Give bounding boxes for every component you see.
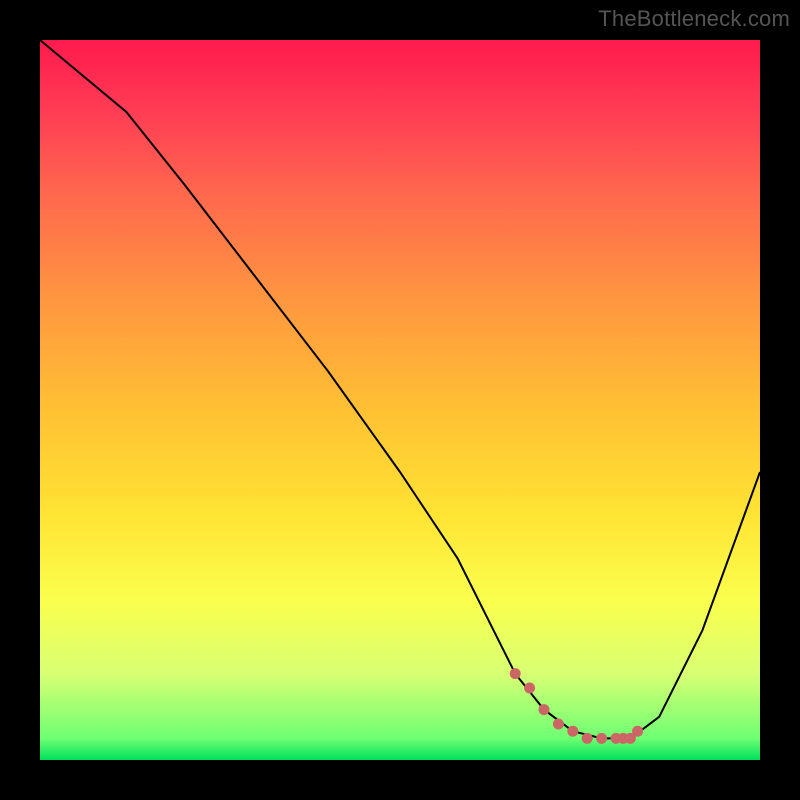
data-point	[567, 726, 578, 737]
data-point	[539, 704, 550, 715]
data-point	[524, 683, 535, 694]
data-point	[553, 719, 564, 730]
data-point	[632, 726, 643, 737]
data-point	[582, 733, 593, 744]
data-point	[596, 733, 607, 744]
data-point	[510, 668, 521, 679]
watermark-label: TheBottleneck.com	[598, 6, 790, 32]
curve-path	[40, 40, 760, 738]
chart-container: TheBottleneck.com	[0, 0, 800, 800]
plot-area	[40, 40, 760, 760]
plot-svg	[40, 40, 760, 760]
